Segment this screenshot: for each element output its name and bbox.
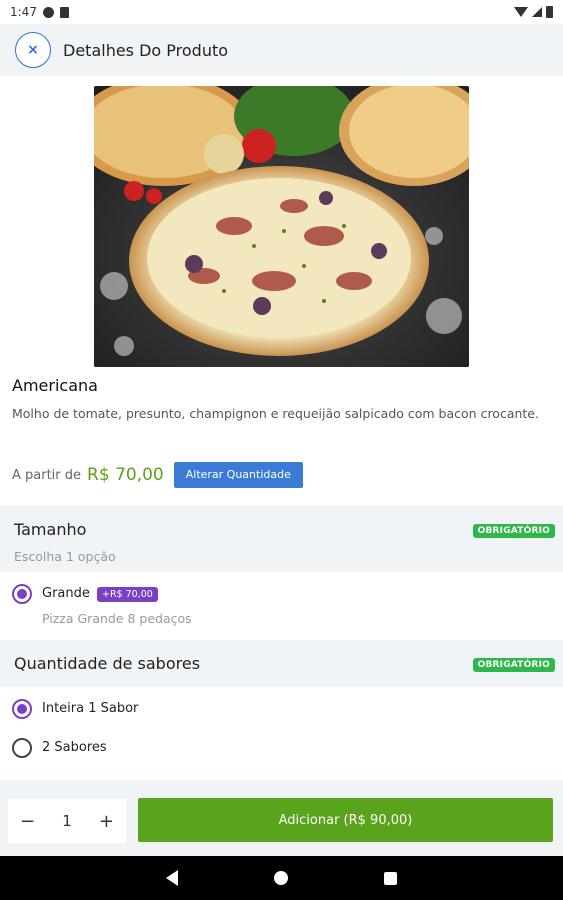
battery-icon xyxy=(546,6,553,18)
radio-inteira-1-sabor[interactable] xyxy=(12,699,32,719)
option-label[interactable]: 2 Sabores xyxy=(42,740,107,755)
quantity-value: 1 xyxy=(62,812,72,830)
product-price: R$ 70,00 xyxy=(87,465,164,485)
home-icon[interactable] xyxy=(274,871,288,885)
section-title: Quantidade de sabores xyxy=(14,654,201,673)
app-header: × Detalhes Do Produto xyxy=(0,24,563,76)
page-title: Detalhes Do Produto xyxy=(63,40,229,60)
required-badge: OBRIGATÓRIO xyxy=(472,524,555,538)
decrement-button[interactable]: − xyxy=(20,811,35,832)
price-row: A partir de R$ 70,00 Alterar Quantidade xyxy=(12,462,303,488)
status-time: 1:47 xyxy=(10,5,37,19)
price-prefix: A partir de xyxy=(12,467,82,483)
close-icon: × xyxy=(27,42,39,58)
pizza-photo xyxy=(94,86,469,367)
section-subtitle: Escolha 1 opção xyxy=(14,549,116,564)
close-button[interactable]: × xyxy=(15,32,51,68)
system-nav-bar xyxy=(0,856,563,900)
option-price-badge: +R$ 70,00 xyxy=(97,587,158,602)
status-bar: 1:47 xyxy=(0,0,563,24)
bottom-action-bar: − 1 + Adicionar (R$ 90,00) xyxy=(0,780,563,856)
option-label[interactable]: Inteira 1 Sabor xyxy=(42,701,138,716)
option-label[interactable]: Grande xyxy=(42,586,90,601)
signal-icon xyxy=(532,7,542,17)
product-image xyxy=(94,86,469,367)
product-description: Molho de tomate, presunto, champignon e … xyxy=(12,406,539,421)
option-description: Pizza Grande 8 pedaços xyxy=(42,611,192,626)
section-size-header: Tamanho Escolha 1 opção OBRIGATÓRIO xyxy=(0,506,563,572)
wifi-icon xyxy=(514,7,528,17)
product-name: Americana xyxy=(12,376,98,395)
add-to-cart-button[interactable]: Adicionar (R$ 90,00) xyxy=(138,798,553,842)
back-icon[interactable] xyxy=(166,870,178,886)
quantity-stepper: − 1 + xyxy=(8,799,126,843)
sync-icon xyxy=(42,6,54,18)
increment-button[interactable]: + xyxy=(99,811,114,832)
recents-icon[interactable] xyxy=(384,871,397,885)
sd-card-icon xyxy=(59,6,69,18)
section-title: Tamanho xyxy=(14,520,87,539)
required-badge: OBRIGATÓRIO xyxy=(472,658,555,672)
section-flavors-header: Quantidade de sabores OBRIGATÓRIO xyxy=(0,640,563,687)
change-quantity-button[interactable]: Alterar Quantidade xyxy=(173,462,303,488)
radio-2-sabores[interactable] xyxy=(12,738,32,758)
radio-grande[interactable] xyxy=(12,584,32,604)
